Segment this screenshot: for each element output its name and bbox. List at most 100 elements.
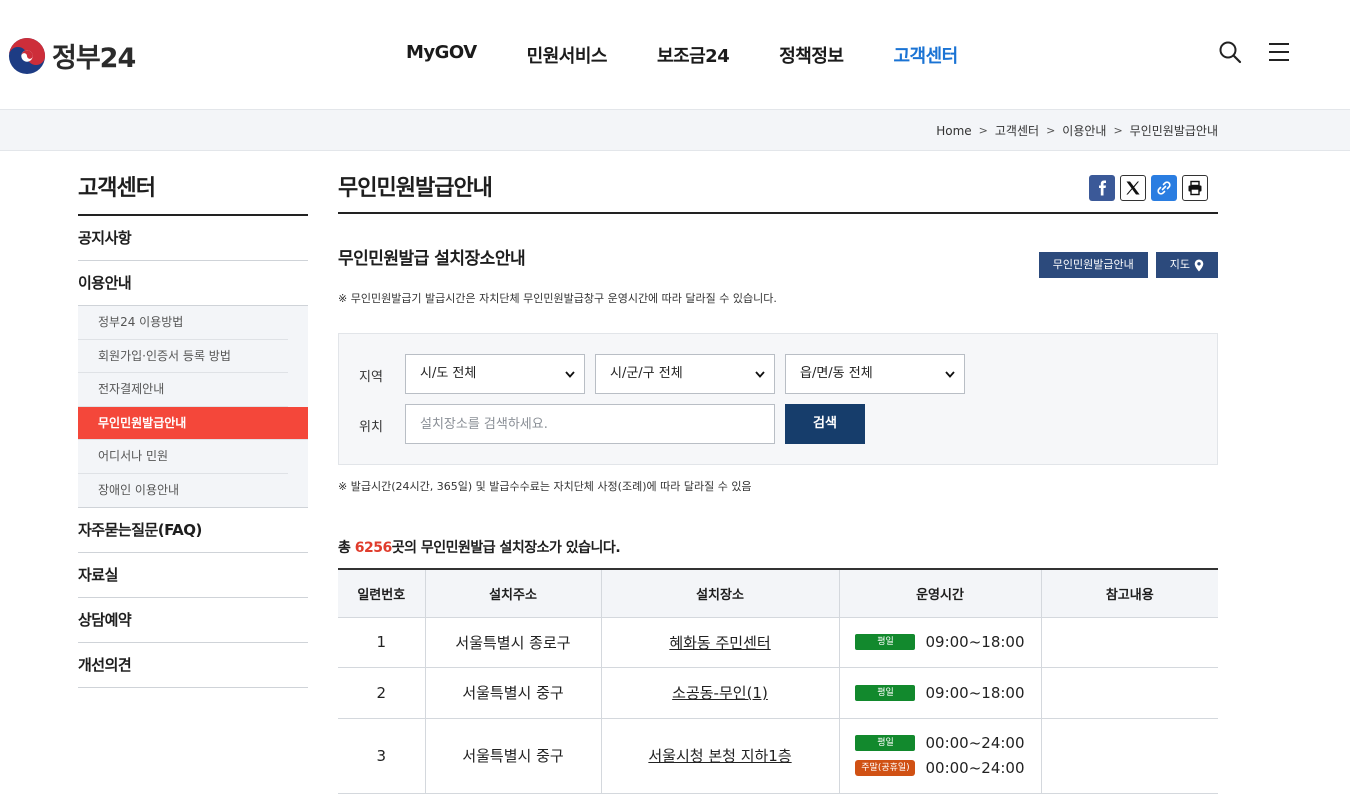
chevron-right-icon: > (978, 124, 988, 137)
col-header-serial: 일련번호 (338, 568, 425, 618)
main-nav: MyGOV 민원서비스 보조금24 정책정보 고객센터 (406, 42, 1008, 68)
taegeuk-logo-icon (8, 37, 46, 74)
fee-note: ※ 발급시간(24시간, 365일) 및 발급수수료는 자치단체 사정(조례)에… (338, 480, 752, 493)
sidebar-item-suggestions[interactable]: 개선의견 (78, 643, 308, 688)
location-search-input[interactable] (405, 404, 775, 444)
kiosk-hours-note: ※ 무인민원발급기 발급시간은 자치단체 무인민원발급창구 운영시간에 따라 달… (338, 292, 777, 305)
col-header-hours: 운영시간 (838, 568, 1041, 618)
sidebar: 고객센터 공지사항 이용안내 정부24 이용방법 회원가입·인증서 등록 방법 … (78, 170, 308, 688)
total-suffix: 곳의 무인민원발급 설치장소가 있습니다. (391, 540, 621, 556)
total-prefix: 총 (338, 540, 355, 556)
print-button[interactable] (1182, 175, 1208, 201)
place-link[interactable]: 소공동-무인(1) (672, 684, 768, 702)
section-title: 무인민원발급 설치장소안내 (338, 249, 526, 269)
facebook-share-button[interactable] (1089, 175, 1115, 201)
cell-hours: 평일 09:00~18:00 (838, 617, 1041, 668)
cell-notes (1040, 718, 1218, 794)
kiosk-guide-button[interactable]: 무인민원발급안내 (1038, 252, 1148, 278)
sidebar-item-usage-guide[interactable]: 이용안내 (78, 261, 308, 306)
page-title: 무인민원발급안내 (338, 176, 493, 201)
region-label: 지역 (359, 370, 383, 385)
cell-address: 서울특별시 중구 (424, 718, 601, 794)
location-label: 위치 (359, 420, 383, 435)
col-header-place: 설치장소 (600, 568, 839, 618)
breadcrumb-customer-center[interactable]: 고객센터 (995, 122, 1039, 139)
page-title-row: 무인민원발급안내 (338, 170, 1218, 214)
submenu-item-disability-guide[interactable]: 장애인 이용안내 (78, 474, 288, 508)
table-row: 1 서울특별시 종로구 혜화동 주민센터 평일 09:00~18:00 (338, 617, 1218, 668)
share-buttons (1089, 175, 1208, 201)
site-logo[interactable]: 정부24 (8, 36, 136, 75)
cell-serial: 1 (338, 617, 425, 668)
search-icon[interactable] (1218, 40, 1242, 64)
cell-hours: 평일 00:00~24:00 주말(공휴일) 00:00~24:00 (838, 718, 1041, 794)
table-header-row: 일련번호 설치주소 설치장소 운영시간 참고내용 (338, 568, 1218, 618)
location-pin-icon (1194, 259, 1204, 271)
breadcrumb-usage-guide[interactable]: 이용안내 (1062, 122, 1106, 139)
cell-hours: 평일 09:00~18:00 (838, 667, 1041, 719)
place-link[interactable]: 서울시청 본청 지하1층 (648, 747, 791, 765)
chevron-right-icon: > (1113, 124, 1123, 137)
chevron-down-icon (945, 371, 955, 378)
nav-subsidy24[interactable]: 보조금24 (657, 42, 730, 68)
submenu-item-anywhere-civil[interactable]: 어디서나 민원 (78, 440, 288, 474)
map-button[interactable]: 지도 (1155, 252, 1218, 278)
weekday-badge: 평일 (855, 735, 916, 751)
nav-civil-service[interactable]: 민원서비스 (527, 42, 608, 68)
cell-notes (1040, 617, 1218, 668)
nav-policy-info[interactable]: 정책정보 (779, 42, 844, 68)
search-button[interactable]: 검색 (785, 404, 865, 444)
total-count-text: 총 6256곳의 무인민원발급 설치장소가 있습니다. (338, 537, 621, 557)
map-button-label: 지도 (1169, 258, 1190, 271)
sidebar-item-consult-reservation[interactable]: 상담예약 (78, 598, 308, 643)
submenu-item-kiosk-guide[interactable]: 무인민원발급안내 (78, 406, 308, 440)
weekday-badge: 평일 (855, 634, 916, 650)
main-content: 무인민원발급안내 무인민원발급 설치장소안내 무인민원발급안내 지도 ※ 무인민… (338, 170, 1218, 794)
submenu-item-signup-cert[interactable]: 회원가입·인증서 등록 방법 (78, 340, 288, 373)
section-buttons: 무인민원발급안내 지도 (1038, 252, 1218, 278)
eupmyeondong-select[interactable]: 읍/면/동 전체 (785, 354, 965, 394)
table-row: 2 서울특별시 중구 소공동-무인(1) 평일 09:00~18:00 (338, 667, 1218, 719)
sidebar-title: 고객센터 (78, 170, 308, 216)
sido-select-value: 시/도 전체 (420, 366, 477, 381)
hours-time: 00:00~24:00 (925, 759, 1025, 777)
weekend-badge: 주말(공휴일) (855, 760, 916, 776)
breadcrumb-home[interactable]: Home (936, 124, 971, 138)
search-panel: 지역 시/도 전체 시/군/구 전체 읍/면/동 전체 위치 검색 (338, 333, 1218, 465)
link-icon (1157, 181, 1171, 195)
menu-icon[interactable] (1268, 42, 1290, 62)
chevron-down-icon (755, 371, 765, 378)
sidebar-item-notices[interactable]: 공지사항 (78, 216, 308, 261)
submenu-item-e-payment[interactable]: 전자결제안내 (78, 373, 288, 407)
place-link[interactable]: 혜화동 주민센터 (669, 634, 770, 652)
cell-serial: 3 (338, 718, 425, 794)
header-utilities (1218, 40, 1290, 64)
sido-select[interactable]: 시/도 전체 (405, 354, 585, 394)
x-share-button[interactable] (1120, 175, 1146, 201)
cell-address: 서울특별시 종로구 (424, 617, 601, 668)
site-header: 정부24 MyGOV 민원서비스 보조금24 정책정보 고객센터 (0, 0, 1350, 110)
sidebar-item-archive[interactable]: 자료실 (78, 553, 308, 598)
cell-notes (1040, 667, 1218, 719)
facebook-icon (1099, 180, 1106, 196)
cell-place: 서울시청 본청 지하1층 (600, 718, 839, 794)
sidebar-submenu: 정부24 이용방법 회원가입·인증서 등록 방법 전자결제안내 무인민원발급안내… (78, 306, 308, 508)
sigungu-select-value: 시/군/구 전체 (610, 366, 683, 381)
hours-time: 00:00~24:00 (925, 734, 1025, 752)
copy-link-button[interactable] (1151, 175, 1177, 201)
submenu-item-how-to-use[interactable]: 정부24 이용방법 (78, 306, 288, 340)
breadcrumb-current: 무인민원발급안내 (1129, 124, 1218, 138)
sigungu-select[interactable]: 시/군/구 전체 (595, 354, 775, 394)
breadcrumb: Home > 고객센터 > 이용안내 > 무인민원발급안내 (936, 122, 1218, 139)
eupmyeondong-select-value: 읍/면/동 전체 (800, 366, 873, 381)
breadcrumb-bar: Home > 고객센터 > 이용안내 > 무인민원발급안내 (0, 110, 1350, 151)
total-count: 6256 (354, 540, 392, 556)
weekday-badge: 평일 (855, 684, 916, 701)
x-icon (1126, 181, 1140, 195)
cell-place: 혜화동 주민센터 (600, 617, 839, 668)
table-row: 3 서울특별시 중구 서울시청 본청 지하1층 평일 00:00~24:00 주말… (338, 718, 1218, 794)
nav-mygov[interactable]: MyGOV (406, 42, 477, 68)
kiosk-location-table: 일련번호 설치주소 설치장소 운영시간 참고내용 1 서울특별시 종로구 혜화동… (338, 568, 1218, 794)
sidebar-item-faq[interactable]: 자주묻는질문(FAQ) (78, 508, 308, 553)
nav-customer-center[interactable]: 고객센터 (893, 42, 958, 68)
